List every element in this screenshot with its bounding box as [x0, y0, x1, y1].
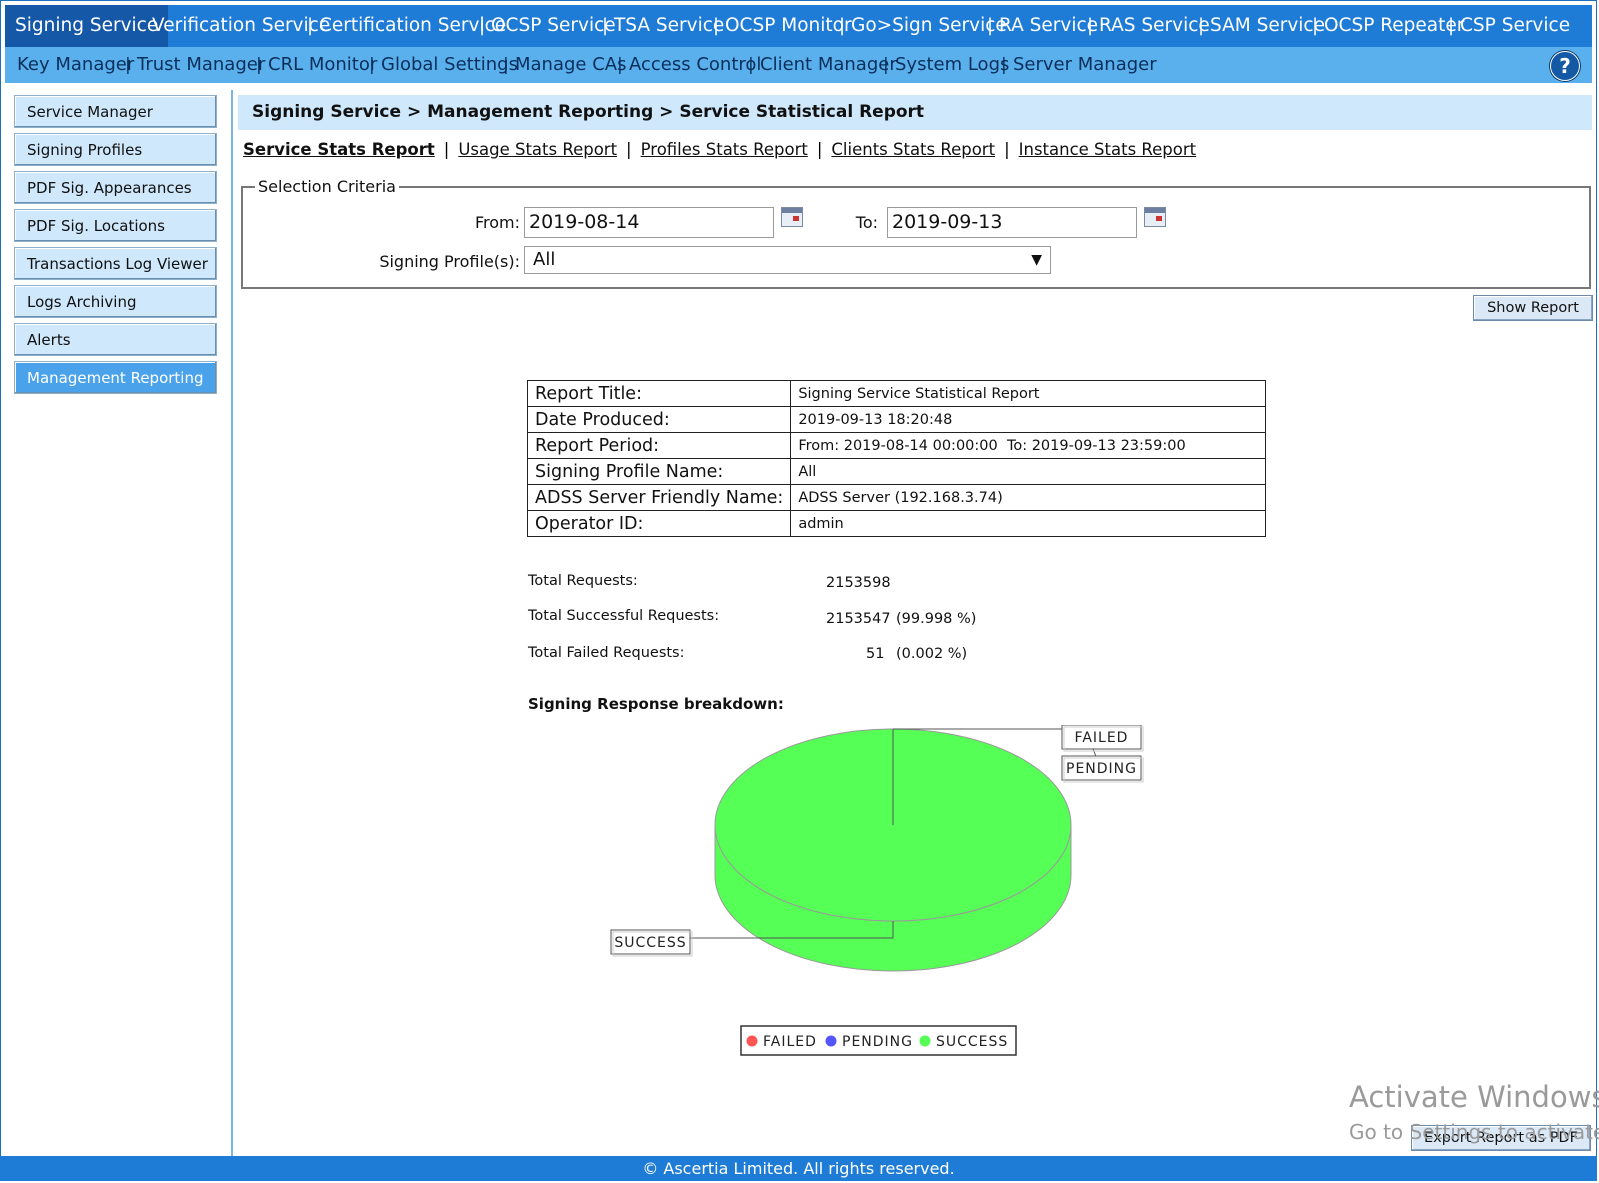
nav-client-manager[interactable]: Client Manager	[760, 47, 897, 83]
tab-service-stats-report[interactable]: Service Stats Report	[243, 140, 435, 159]
nav-verification-service[interactable]: Verification Service	[152, 5, 330, 47]
sidebar-divider	[231, 90, 233, 1158]
info-key: Signing Profile Name:	[526, 458, 792, 485]
info-value: admin	[790, 510, 1266, 537]
total-requests-label: Total Requests:	[528, 573, 638, 589]
info-key: Report Title:	[526, 380, 792, 407]
from-calendar-icon[interactable]	[781, 207, 803, 227]
sidebar-item-pdf-sig-locations[interactable]: PDF Sig. Locations	[14, 209, 217, 242]
report-tabs: Service Stats Report | Usage Stats Report |…	[243, 140, 1197, 159]
legend-swatch-pending	[825, 1035, 837, 1047]
pie-chart: FAILED PENDING SUCCESS FAILED PENDING SUCCESS	[610, 725, 1144, 1056]
legend-label-pending: PENDING	[842, 1034, 913, 1050]
secondary-nav: Key Manager | Trust Manager | CRL Monito…	[5, 47, 1592, 83]
info-value: From: 2019-08-14 00:00:00 To: 2019-09-13…	[790, 432, 1266, 459]
sidebar-item-logs-archiving[interactable]: Logs Archiving	[14, 285, 217, 318]
nav-ra-service[interactable]: RA Service	[999, 5, 1098, 47]
table-row: Date Produced: 2019-09-13 18:20:48	[526, 406, 1266, 433]
sidebar-item-pdf-sig-appearances[interactable]: PDF Sig. Appearances	[14, 171, 217, 204]
chart-title: Signing Response breakdown:	[528, 695, 784, 713]
to-date-input[interactable]: 2019-09-13	[887, 207, 1137, 238]
legend-swatch-success	[919, 1035, 931, 1047]
signing-profile-value: All	[533, 249, 556, 270]
success-callout-label: SUCCESS	[614, 935, 686, 951]
sidebar-item-management-reporting[interactable]: Management Reporting	[14, 361, 217, 394]
info-key: Operator ID:	[526, 510, 792, 537]
dropdown-arrow-icon: ▼	[1031, 252, 1042, 268]
nav-crl-monitor[interactable]: CRL Monitor	[268, 47, 377, 83]
to-calendar-icon[interactable]	[1144, 207, 1166, 227]
info-value: 2019-09-13 18:20:48	[790, 406, 1266, 433]
nav-ocsp-monitor[interactable]: OCSP Monitor	[725, 5, 852, 47]
tab-clients-stats-report[interactable]: Clients Stats Report	[831, 140, 995, 159]
nav-csp-service[interactable]: CSP Service	[1460, 5, 1570, 47]
nav-global-settings[interactable]: Global Settings	[381, 47, 518, 83]
info-value: ADSS Server (192.168.3.74)	[790, 484, 1266, 511]
to-label: To:	[855, 213, 878, 232]
failed-callout-label: FAILED	[1075, 730, 1129, 746]
failed-requests-label: Total Failed Requests:	[528, 645, 685, 661]
successful-requests-pct: (99.998 %)	[896, 611, 977, 627]
help-icon[interactable]: ?	[1550, 51, 1580, 81]
sidebar-item-alerts[interactable]: Alerts	[14, 323, 217, 356]
nav-ras-service[interactable]: RAS Service	[1099, 5, 1210, 47]
signing-profile-label: Signing Profile(s):	[379, 252, 520, 271]
successful-requests-value: 2153547	[826, 611, 891, 627]
footer: © Ascertia Limited. All rights reserved.	[0, 1156, 1597, 1181]
signing-profile-select[interactable]: All ▼	[524, 246, 1051, 274]
selection-criteria-legend: Selection Criteria	[258, 177, 396, 196]
nav-sam-service[interactable]: SAM Service	[1210, 5, 1325, 47]
total-requests-value: 2153598	[826, 575, 891, 591]
nav-ocsp-repeater[interactable]: OCSP Repeater	[1324, 5, 1464, 47]
legend-label-success: SUCCESS	[936, 1034, 1008, 1050]
nav-server-manager[interactable]: Server Manager	[1013, 47, 1157, 83]
pending-callout-label: PENDING	[1066, 761, 1137, 777]
info-value: All	[790, 458, 1266, 485]
sidebar-item-signing-profiles[interactable]: Signing Profiles	[14, 133, 217, 166]
tab-usage-stats-report[interactable]: Usage Stats Report	[458, 140, 617, 159]
legend-label-failed: FAILED	[763, 1034, 817, 1050]
nav-signing-service[interactable]: Signing Service	[5, 5, 169, 47]
watermark-subtitle: Go to Settings to activate	[1349, 1120, 1599, 1144]
watermark-title: Activate Windows	[1349, 1080, 1599, 1114]
failed-requests-pct: (0.002 %)	[896, 646, 968, 662]
nav-tsa-service[interactable]: TSA Service	[614, 5, 724, 47]
legend-swatch-failed	[746, 1035, 758, 1047]
from-label: From:	[474, 213, 520, 232]
primary-nav: Signing Service Verification Service | C…	[5, 5, 1592, 47]
nav-key-manager[interactable]: Key Manager	[17, 47, 134, 83]
table-row: Report Title: Signing Service Statistical…	[526, 380, 1266, 407]
nav-trust-manager[interactable]: Trust Manager	[137, 47, 265, 83]
breadcrumb: Signing Service > Management Reporting >…	[238, 95, 1592, 130]
successful-requests-label: Total Successful Requests:	[528, 608, 720, 624]
info-key: Date Produced:	[526, 406, 792, 433]
info-value: Signing Service Statistical Report	[790, 380, 1266, 407]
nav-ocsp-service[interactable]: OCSP Service	[491, 5, 616, 47]
failed-requests-value: 51	[866, 646, 885, 662]
show-report-button[interactable]: Show Report	[1473, 295, 1593, 321]
nav-manage-cas[interactable]: Manage CAs	[515, 47, 626, 83]
info-key: Report Period:	[526, 432, 792, 459]
from-date-input[interactable]: 2019-08-14	[524, 207, 774, 238]
table-row: Signing Profile Name: All	[526, 458, 1266, 485]
table-row: Operator ID: admin	[526, 510, 1266, 537]
sidebar: Service Manager Signing Profiles PDF Sig…	[14, 95, 217, 399]
tab-profiles-stats-report[interactable]: Profiles Stats Report	[641, 140, 808, 159]
table-row: Report Period: From: 2019-08-14 00:00:00 …	[526, 432, 1266, 459]
tab-instance-stats-report[interactable]: Instance Stats Report	[1019, 140, 1197, 159]
sidebar-item-service-manager[interactable]: Service Manager	[14, 95, 217, 128]
nav-system-logs[interactable]: System Logs	[895, 47, 1009, 83]
sidebar-item-transactions-log-viewer[interactable]: Transactions Log Viewer	[14, 247, 217, 280]
nav-gosign-service[interactable]: Go>Sign Service	[851, 5, 1007, 47]
table-row: ADSS Server Friendly Name: ADSS Server (1…	[526, 484, 1266, 511]
report-info-table: Report Title: Signing Service Statistical…	[526, 380, 1266, 537]
info-key: ADSS Server Friendly Name:	[526, 484, 792, 511]
nav-access-control[interactable]: Access Control	[629, 47, 761, 83]
